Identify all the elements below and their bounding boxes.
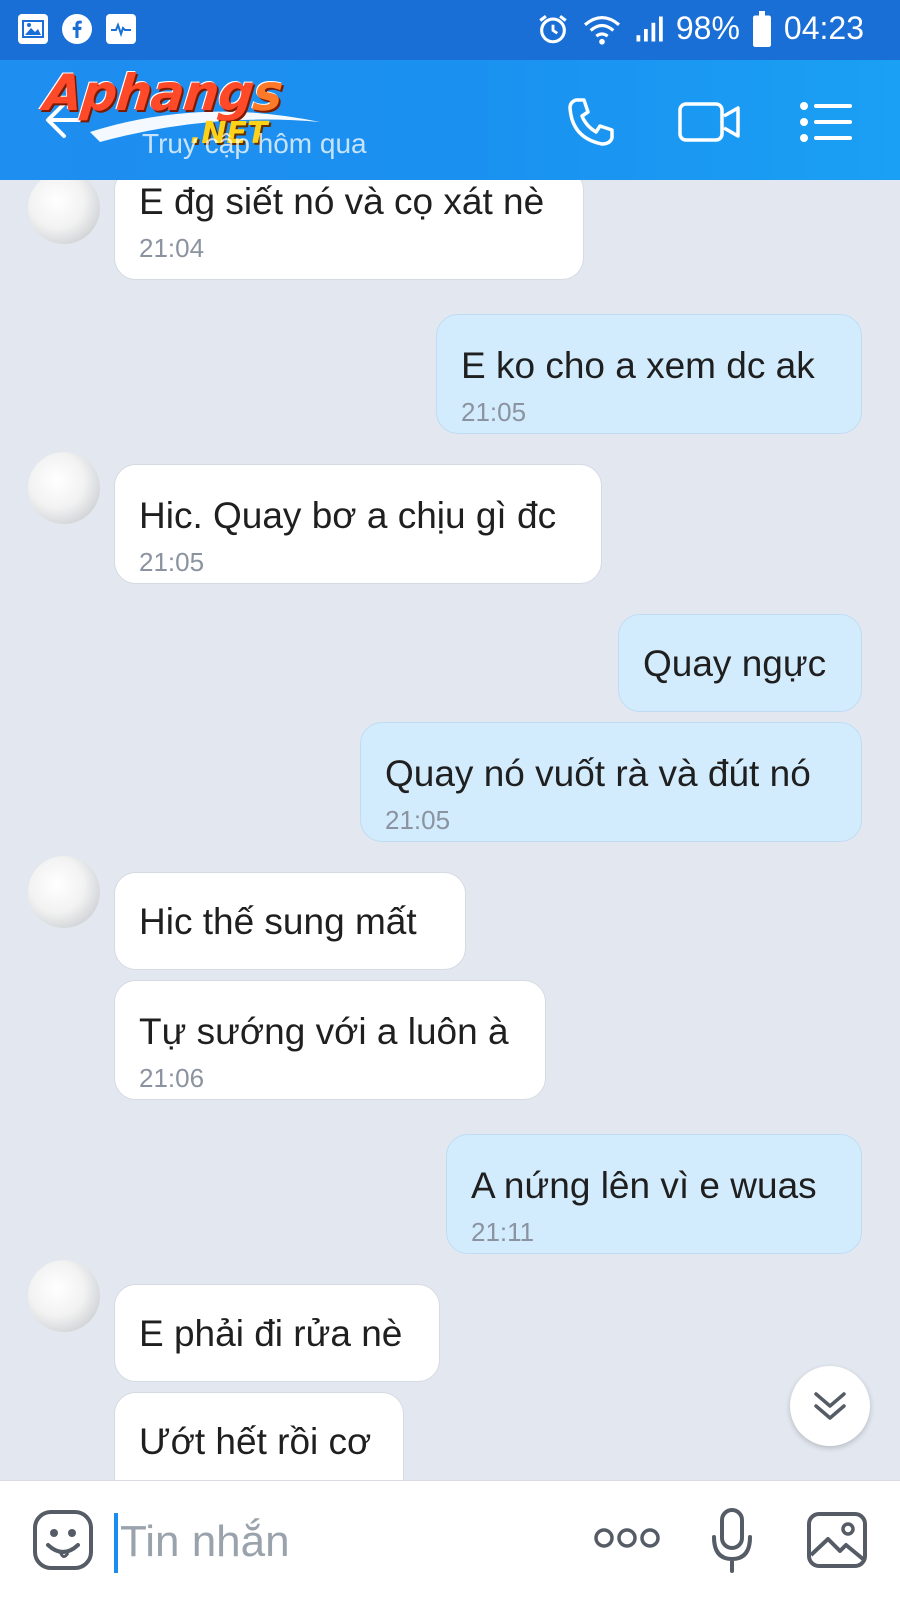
avatar[interactable] — [28, 856, 100, 928]
message-input[interactable]: Tin nhắn — [120, 1517, 290, 1567]
message-bubble-incoming[interactable]: E phải đi rửa nè — [114, 1284, 440, 1382]
video-call-icon[interactable] — [676, 94, 742, 150]
alarm-icon — [539, 14, 567, 43]
avatar[interactable] — [28, 180, 100, 244]
message-bubble-outgoing[interactable]: E ko cho a xem dc ak 21:05 — [436, 314, 862, 434]
message-text: A nứng lên vì e wuas — [471, 1165, 817, 1206]
menu-icon[interactable] — [796, 94, 856, 150]
activity-icon — [106, 14, 136, 44]
signal-icon — [636, 16, 663, 41]
image-icon[interactable] — [806, 1511, 868, 1569]
message-text: E phải đi rửa nè — [139, 1313, 403, 1354]
wifi-icon — [583, 15, 620, 45]
message-bubble-outgoing[interactable]: Quay ngực — [618, 614, 862, 712]
battery-percent: 98% — [675, 10, 740, 46]
message-text: Hic thế sung mất — [139, 901, 417, 942]
message-time: 21:04 — [139, 233, 205, 263]
system-status: 98% 04:23 — [536, 10, 864, 47]
message-time: 21:05 — [385, 805, 451, 835]
status-bar: 98% 04:23 — [0, 0, 900, 60]
message-time: 21:06 — [139, 1063, 205, 1093]
message-text: Tự sướng với a luôn à — [139, 1011, 509, 1052]
message-text: Ướt hết rồi cơ — [139, 1421, 372, 1462]
notification-icons — [18, 14, 136, 44]
message-bubble-outgoing[interactable]: Quay nó vuốt rà và đút nó 21:05 — [360, 722, 862, 842]
avatar[interactable] — [28, 1260, 100, 1332]
message-list[interactable]: E đg siết nó và cọ xát nè 21:04 E ko cho… — [0, 180, 900, 1480]
message-text: E ko cho a xem dc ak — [461, 345, 815, 386]
last-seen-text: Truy cập hôm qua — [142, 128, 367, 159]
message-text: Quay ngực — [643, 643, 827, 684]
sticker-icon[interactable] — [32, 1509, 94, 1571]
text-cursor — [114, 1513, 118, 1573]
message-time: 21:05 — [139, 547, 205, 577]
message-bubble-incoming[interactable]: Tự sướng với a luôn à 21:06 — [114, 980, 546, 1100]
message-bubble-incoming[interactable]: E đg siết nó và cọ xát nè 21:04 — [114, 180, 584, 280]
avatar[interactable] — [28, 452, 100, 524]
clock: 04:23 — [783, 10, 864, 46]
chat-header: Aphangs .NET Truy cập hôm qua — [0, 60, 900, 180]
message-bubble-incoming[interactable]: Ướt hết rồi cơ — [114, 1392, 404, 1480]
message-bubble-incoming[interactable]: Hic. Quay bơ a chịu gì đc 21:05 — [114, 464, 602, 584]
double-chevron-down-icon — [814, 1392, 846, 1420]
message-text: E đg siết nó và cọ xát nè — [139, 181, 545, 222]
message-text: Hic. Quay bơ a chịu gì đc — [139, 495, 557, 536]
message-text: Quay nó vuốt rà và đút nó — [385, 753, 811, 794]
gallery-icon — [18, 14, 48, 44]
battery-icon — [752, 10, 771, 47]
message-bubble-outgoing[interactable]: A nứng lên vì e wuas 21:11 — [446, 1134, 862, 1254]
watermark-logo: Aphangs — [40, 64, 286, 122]
microphone-icon[interactable] — [710, 1507, 754, 1575]
scroll-to-bottom-button[interactable] — [790, 1366, 870, 1446]
more-options-icon[interactable] — [594, 1525, 660, 1551]
message-time: 21:11 — [471, 1217, 535, 1247]
message-input-bar: Tin nhắn — [0, 1480, 900, 1600]
message-bubble-incoming[interactable]: Hic thế sung mất — [114, 872, 466, 970]
facebook-icon — [62, 14, 92, 44]
message-time: 21:05 — [461, 397, 527, 427]
phone-icon[interactable] — [562, 94, 622, 150]
